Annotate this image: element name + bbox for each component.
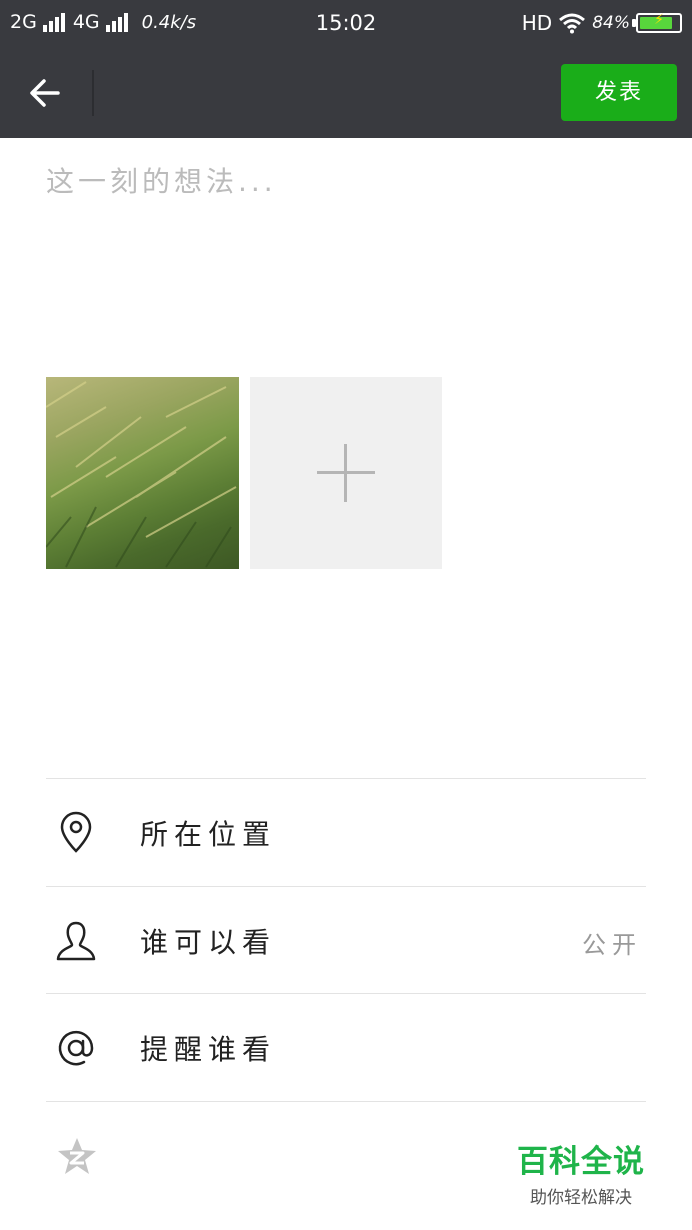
option-location[interactable]: 所在位置 <box>46 779 646 886</box>
at-sign-icon <box>58 1030 94 1066</box>
charging-bolt-icon: ⚡ <box>654 12 664 28</box>
hd-label: HD <box>521 11 553 35</box>
battery-percent: 84% <box>592 13 630 33</box>
status-bar-right: HD 84% ⚡ <box>522 11 682 35</box>
back-arrow-icon[interactable] <box>24 72 68 114</box>
location-pin-icon <box>60 811 92 853</box>
person-icon <box>56 921 96 961</box>
watermark-title: 百科全说 <box>517 1144 645 1180</box>
option-mention-label: 提醒谁看 <box>140 1033 277 1066</box>
wheat-image <box>46 381 237 568</box>
qzone-star-icon[interactable] <box>56 1136 98 1176</box>
post-text-input[interactable]: 这一刻的想法... <box>46 160 646 350</box>
wifi-icon <box>559 13 586 34</box>
watermark: 百科全说 助你轻松解决 <box>516 1136 646 1208</box>
publish-button[interactable]: 发表 <box>561 64 677 121</box>
add-photo-button[interactable] <box>250 377 442 569</box>
battery-icon: ⚡ <box>632 12 682 33</box>
app-header: 发表 <box>0 48 692 138</box>
selected-photo-wheat[interactable] <box>46 377 239 569</box>
option-visibility[interactable]: 谁可以看 公开 <box>46 887 646 994</box>
header-divider <box>92 70 94 116</box>
option-visibility-value: 公开 <box>582 931 642 959</box>
plus-icon-vertical <box>344 444 347 502</box>
option-location-label: 所在位置 <box>140 818 277 851</box>
option-mention[interactable]: 提醒谁看 <box>46 994 646 1101</box>
status-bar: 2G 4G 0.4k/s 15:02 HD 84% ⚡ <box>0 0 692 48</box>
watermark-subtitle: 助你轻松解决 <box>530 1188 632 1208</box>
divider <box>46 1101 646 1102</box>
option-visibility-label: 谁可以看 <box>140 926 277 959</box>
